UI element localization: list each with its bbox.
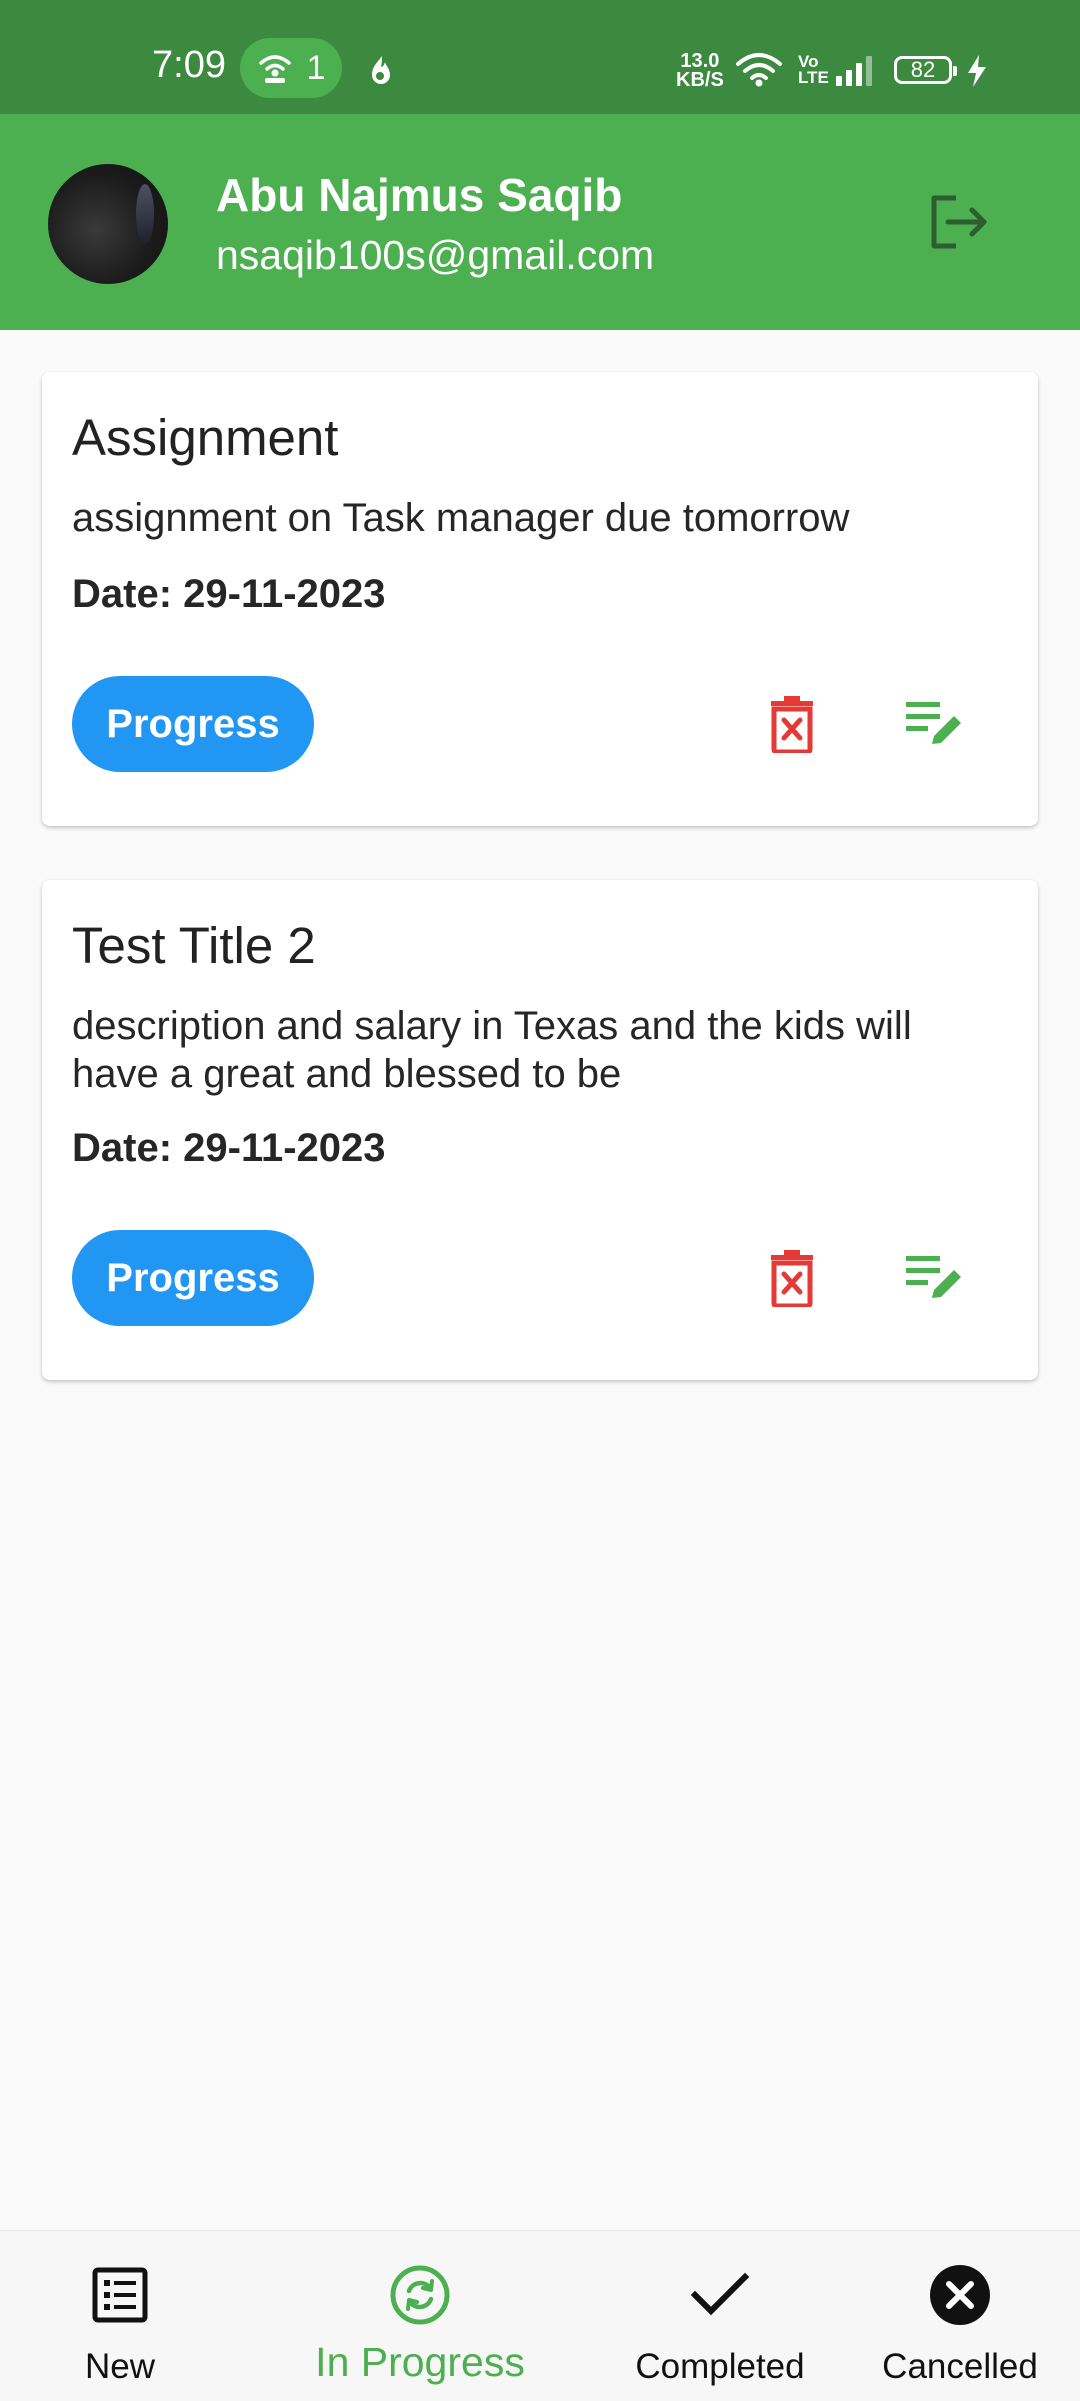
nav-item-completed[interactable]: Completed: [620, 2231, 820, 2401]
task-date: Date: 29-11-2023: [72, 1126, 386, 1170]
edit-button[interactable]: [894, 684, 974, 764]
wifi-icon: [736, 53, 782, 87]
battery-icon: 82: [894, 56, 957, 84]
nav-label: Completed: [635, 2347, 805, 2386]
nav-label: In Progress: [315, 2339, 525, 2385]
edit-icon: [906, 702, 961, 744]
task-date: Date: 29-11-2023: [72, 572, 386, 616]
task-title: Assignment: [72, 409, 339, 466]
profile-header[interactable]: Abu Najmus Saqib nsaqib100s@gmail.com: [0, 114, 1080, 330]
status-chip[interactable]: Progress: [72, 676, 314, 772]
nav-label: New: [84, 2347, 156, 2386]
cancel-icon: [928, 2263, 992, 2327]
status-chip[interactable]: Progress: [72, 1230, 314, 1326]
task-description: assignment on Task manager due tomorrow: [72, 496, 850, 540]
delete-icon: [771, 1250, 813, 1307]
status-time: 7:09: [152, 44, 226, 86]
edit-button[interactable]: [894, 1238, 974, 1318]
logout-button[interactable]: [922, 186, 994, 258]
check-icon: [688, 2263, 752, 2327]
bottom-navigation: New In Progress Completed Cancelled: [0, 2230, 1080, 2401]
list-icon: [88, 2263, 152, 2327]
net-speed: 13.0 KB/S: [676, 50, 724, 91]
notification-icon: [372, 56, 390, 84]
nav-item-in-progress[interactable]: In Progress: [300, 2231, 540, 2401]
user-name: Abu Najmus Saqib: [216, 169, 623, 221]
signal-icon: [836, 56, 872, 86]
sync-icon: [388, 2263, 452, 2327]
charging-icon: [968, 55, 986, 87]
avatar[interactable]: [48, 164, 168, 284]
delete-icon: [771, 696, 813, 753]
logout-icon: [931, 195, 987, 249]
delete-button[interactable]: [752, 1238, 832, 1318]
user-email: nsaqib100s@gmail.com: [216, 232, 655, 278]
task-card[interactable]: Assignment assignment on Task manager du…: [42, 372, 1038, 826]
task-title: Test Title 2: [72, 917, 316, 974]
task-card[interactable]: Test Title 2 description and salary in T…: [42, 880, 1038, 1380]
hotspot-icon: [258, 55, 291, 83]
hotspot-badge: 1: [240, 38, 342, 98]
status-bar: 7:09 1 13.0 KB/S Vo LTE 82: [0, 0, 1080, 114]
hotspot-count: 1: [306, 48, 326, 87]
volte-indicator: Vo LTE: [798, 52, 829, 87]
nav-label: Cancelled: [882, 2347, 1038, 2386]
delete-button[interactable]: [752, 684, 832, 764]
nav-item-new[interactable]: New: [40, 2231, 200, 2401]
task-description: description and salary in Texas and the …: [72, 1004, 912, 1096]
edit-icon: [906, 1256, 961, 1298]
nav-item-cancelled[interactable]: Cancelled: [870, 2231, 1050, 2401]
